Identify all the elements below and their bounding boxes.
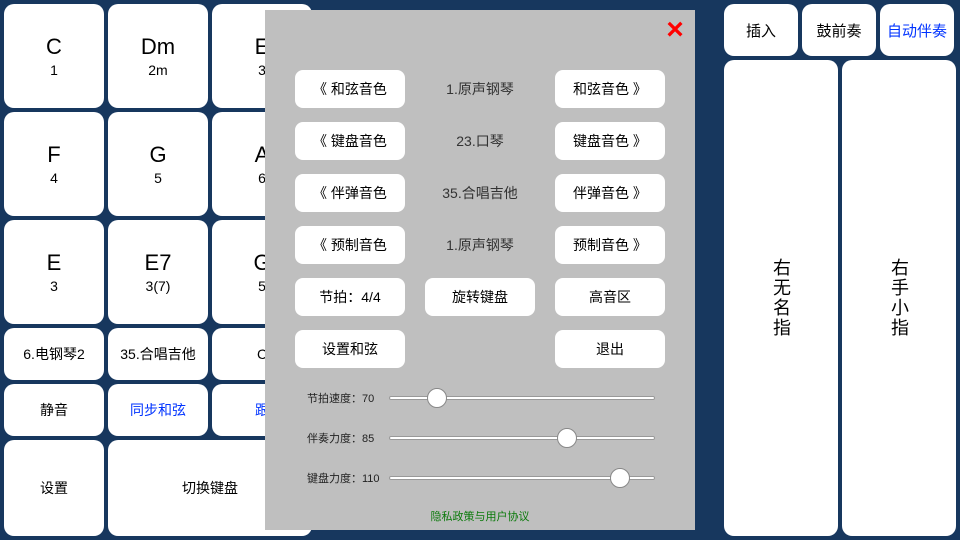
preset-1[interactable]: 35.合唱吉他 xyxy=(108,328,208,380)
slider-0[interactable] xyxy=(389,390,655,406)
modal-mid-0: 1.原声钢琴 xyxy=(425,79,535,99)
modal-left-3[interactable]: 《 预制音色 xyxy=(295,226,405,264)
modal-mid-1: 23.口琴 xyxy=(425,131,535,151)
modal-left-0[interactable]: 《 和弦音色 xyxy=(295,70,405,108)
ctrl-1[interactable]: 同步和弦 xyxy=(108,384,208,436)
modal-mid-2: 35.合唱吉他 xyxy=(425,183,535,203)
slider-label-2: 键盘力度：110 xyxy=(307,470,379,486)
chord-C[interactable]: C1 xyxy=(4,4,104,108)
right-pinky-finger[interactable]: 右手小指 xyxy=(842,60,956,536)
modal-left-2[interactable]: 《 伴弹音色 xyxy=(295,174,405,212)
modal-left-5[interactable]: 设置和弦 xyxy=(295,330,405,368)
modal-right-3[interactable]: 预制音色 》 xyxy=(555,226,665,264)
modal-right-2[interactable]: 伴弹音色 》 xyxy=(555,174,665,212)
chord-E7[interactable]: E73(7) xyxy=(108,220,208,324)
topbar-1[interactable]: 鼓前奏 xyxy=(802,4,876,56)
settings-button[interactable]: 设置 xyxy=(4,440,104,536)
close-icon[interactable]: × xyxy=(661,16,689,44)
modal-left-4[interactable]: 节拍：4/4 xyxy=(295,278,405,316)
right-ring-finger[interactable]: 右无名指 xyxy=(724,60,838,536)
settings-modal: × 《 和弦音色1.原声钢琴和弦音色 》《 键盘音色23.口琴键盘音色 》《 伴… xyxy=(265,10,695,530)
chord-F[interactable]: F4 xyxy=(4,112,104,216)
slider-1[interactable] xyxy=(389,430,655,446)
modal-right-1[interactable]: 键盘音色 》 xyxy=(555,122,665,160)
modal-right-5[interactable]: 退出 xyxy=(555,330,665,368)
modal-right-4[interactable]: 高音区 xyxy=(555,278,665,316)
topbar-2[interactable]: 自动伴奏 xyxy=(880,4,954,56)
topbar-0[interactable]: 插入 xyxy=(724,4,798,56)
chord-E[interactable]: E3 xyxy=(4,220,104,324)
modal-mid-3: 1.原声钢琴 xyxy=(425,235,535,255)
chord-Dm[interactable]: Dm2m xyxy=(108,4,208,108)
modal-right-0[interactable]: 和弦音色 》 xyxy=(555,70,665,108)
modal-mid-4[interactable]: 旋转键盘 xyxy=(425,278,535,316)
preset-0[interactable]: 6.电钢琴2 xyxy=(4,328,104,380)
modal-left-1[interactable]: 《 键盘音色 xyxy=(295,122,405,160)
ctrl-0[interactable]: 静音 xyxy=(4,384,104,436)
slider-2[interactable] xyxy=(389,470,655,486)
slider-label-1: 伴奏力度：85 xyxy=(307,430,379,446)
chord-G[interactable]: G5 xyxy=(108,112,208,216)
slider-label-0: 节拍速度：70 xyxy=(307,390,379,406)
privacy-link[interactable]: 隐私政策与用户协议 xyxy=(265,508,695,524)
